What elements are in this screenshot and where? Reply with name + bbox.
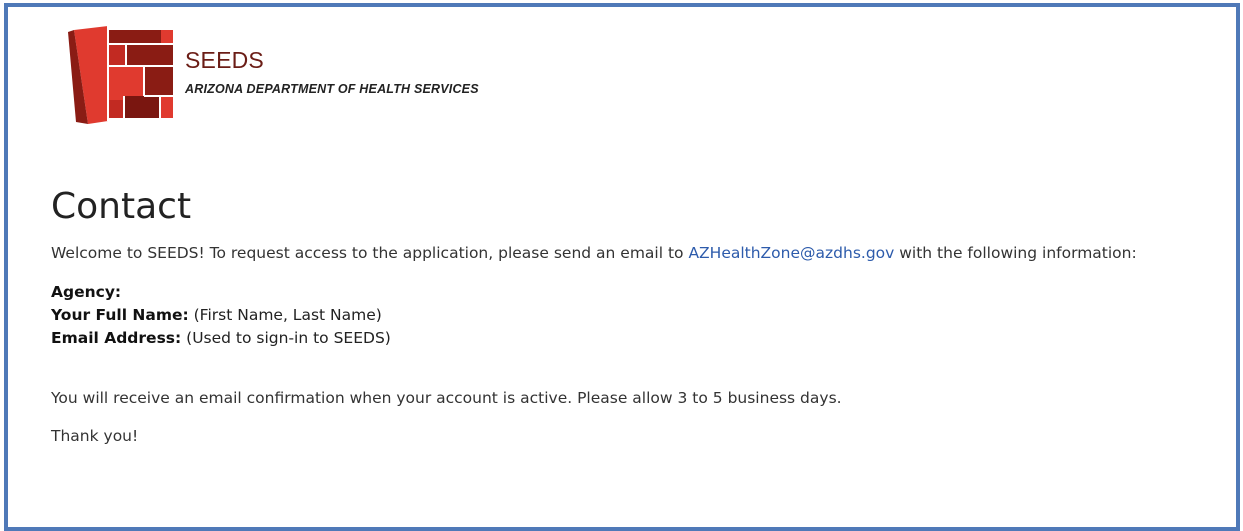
required-info-list: Agency: Your Full Name: (First Name, Las… bbox=[51, 281, 1221, 350]
intro-text-after: with the following information: bbox=[894, 244, 1137, 262]
intro-text: Welcome to SEEDS! To request access to t… bbox=[51, 242, 1221, 264]
field-email-address: Email Address: (Used to sign-in to SEEDS… bbox=[51, 327, 1221, 350]
page-title: Contact bbox=[51, 186, 192, 227]
field-full-name: Your Full Name: (First Name, Last Name) bbox=[51, 304, 1221, 327]
main-content: Contact Welcome to SEEDS! To request acc… bbox=[51, 185, 1221, 447]
field-hint: (Used to sign-in to SEEDS) bbox=[181, 329, 391, 347]
page-frame: SEEDS ARIZONA DEPARTMENT OF HEALTH SERVI… bbox=[4, 3, 1240, 531]
field-agency: Agency: bbox=[51, 281, 1221, 304]
field-label: Agency: bbox=[51, 283, 122, 301]
intro-text-before: Welcome to SEEDS! To request access to t… bbox=[51, 244, 689, 262]
contact-email-link[interactable]: AZHealthZone@azdhs.gov bbox=[688, 244, 894, 262]
brand-block: SEEDS ARIZONA DEPARTMENT OF HEALTH SERVI… bbox=[185, 47, 479, 97]
field-hint: (First Name, Last Name) bbox=[188, 306, 382, 324]
field-label: Your Full Name: bbox=[51, 306, 189, 324]
thanks-text: Thank you! bbox=[51, 427, 139, 445]
brand-name: SEEDS bbox=[185, 47, 264, 73]
seeds-logo-icon bbox=[68, 26, 178, 124]
confirmation-text: You will receive an email confirmation w… bbox=[51, 389, 842, 407]
department-name: ARIZONA DEPARTMENT OF HEALTH SERVICES bbox=[185, 82, 479, 96]
field-label: Email Address: bbox=[51, 329, 182, 347]
